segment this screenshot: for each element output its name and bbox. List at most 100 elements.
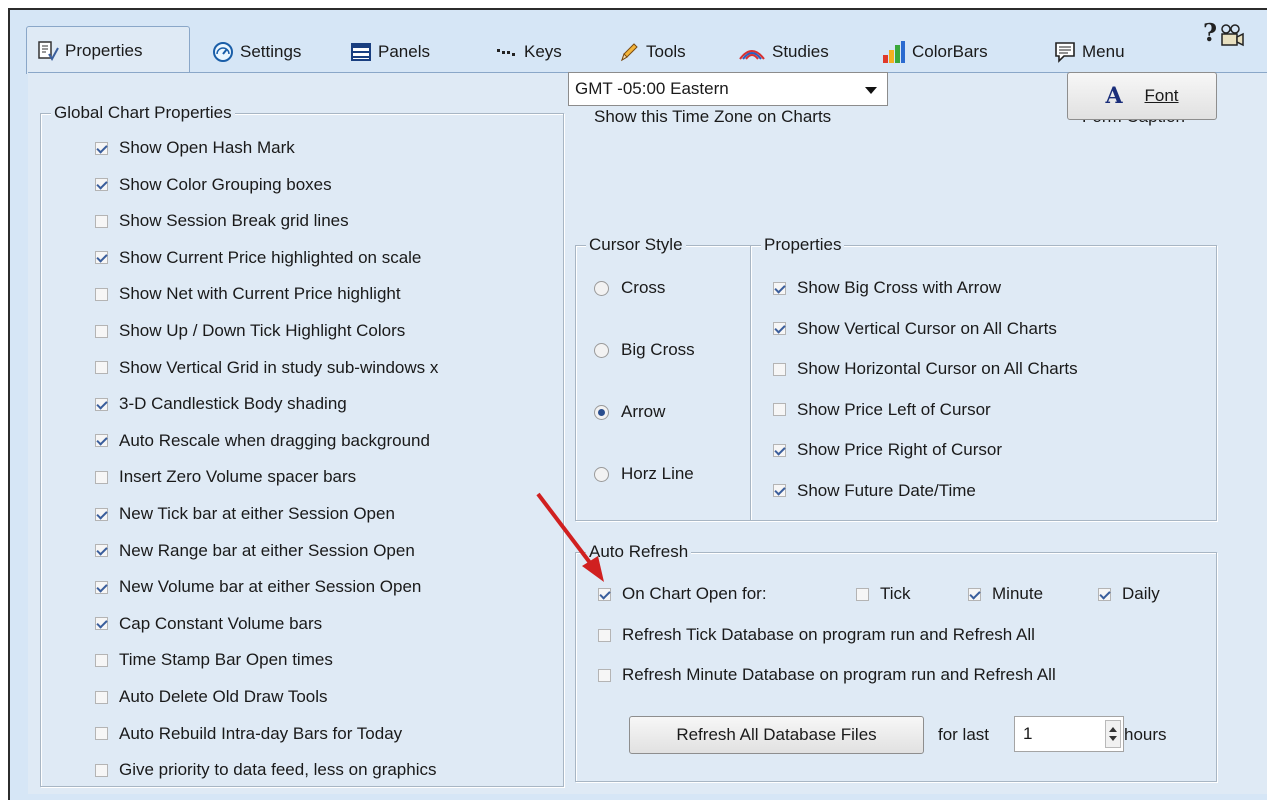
checkbox-row[interactable]: Show Net with Current Price highlight xyxy=(95,282,401,306)
checkbox[interactable] xyxy=(773,403,786,416)
checkbox-label: Auto Rebuild Intra-day Bars for Today xyxy=(119,723,403,743)
checkbox[interactable] xyxy=(773,362,786,376)
checkbox[interactable] xyxy=(1098,587,1111,601)
checkbox-row[interactable]: Auto Rescale when dragging background xyxy=(95,429,430,453)
cursor-properties-group: Properties Show Big Cross with Arrow Show… xyxy=(750,235,1217,521)
tab-settings[interactable]: Settings xyxy=(208,34,305,70)
checkbox-row[interactable]: Time Stamp Bar Open times xyxy=(95,648,333,672)
checkbox[interactable] xyxy=(968,587,981,601)
checkbox[interactable] xyxy=(95,361,108,375)
checkbox-row[interactable]: Show Current Price highlighted on scale xyxy=(95,246,421,270)
checkbox[interactable] xyxy=(856,587,869,601)
tab-panels[interactable]: Panels xyxy=(346,34,434,70)
checkbox-row[interactable]: Show Vertical Cursor on All Charts xyxy=(773,317,1057,341)
refresh-all-database-button[interactable]: Refresh All Database Files xyxy=(629,716,924,754)
checkbox-row[interactable]: New Tick bar at either Session Open xyxy=(95,502,395,526)
checkbox[interactable] xyxy=(95,580,108,594)
checkbox-row[interactable]: Auto Delete Old Draw Tools xyxy=(95,685,328,709)
tab-tools[interactable]: Tools xyxy=(614,34,690,70)
checkbox-row[interactable]: 3-D Candlestick Body shading xyxy=(95,392,347,416)
checkbox[interactable] xyxy=(95,178,108,192)
radio-row[interactable]: Arrow xyxy=(594,400,665,424)
radio-row[interactable]: Cross xyxy=(594,276,665,300)
on-chart-open-checkbox[interactable]: On Chart Open for: xyxy=(598,582,767,606)
tab-colorbars[interactable]: ColorBars xyxy=(878,34,992,70)
radio-button[interactable] xyxy=(594,404,609,420)
checkbox[interactable] xyxy=(598,628,611,642)
font-button-label: Font xyxy=(1144,86,1179,105)
checkbox-label: Show Big Cross with Arrow xyxy=(797,278,1002,297)
checkbox-row[interactable]: Show Price Left of Cursor xyxy=(773,398,991,422)
checkbox-row[interactable]: Show Open Hash Mark xyxy=(95,136,295,160)
checkbox-label: Insert Zero Volume spacer bars xyxy=(119,467,357,487)
checkbox-label: Show Session Break grid lines xyxy=(119,211,349,231)
refresh-minute-db-checkbox[interactable]: Refresh Minute Database on program run a… xyxy=(598,663,1056,687)
refresh-tick-db-checkbox[interactable]: Refresh Tick Database on program run and… xyxy=(598,623,1035,647)
checkbox[interactable] xyxy=(773,281,786,295)
timezone-select[interactable]: GMT -05:00 Eastern xyxy=(568,72,888,106)
checkbox-row[interactable]: Show Future Date/Time xyxy=(773,479,976,503)
checkbox-row[interactable]: Give priority to data feed, less on grap… xyxy=(95,758,437,782)
spin-down-icon[interactable] xyxy=(1109,736,1117,741)
checkbox-row[interactable]: Show Color Grouping boxes xyxy=(95,173,332,197)
checkbox[interactable] xyxy=(95,287,108,301)
checkbox-label: Tick xyxy=(880,584,911,603)
help-icon[interactable]: ? xyxy=(1203,18,1217,47)
tab-keys[interactable]: Keys xyxy=(492,34,566,70)
checkbox[interactable] xyxy=(95,690,108,704)
checkbox[interactable] xyxy=(95,470,108,484)
properties-icon xyxy=(38,40,59,61)
radio-row[interactable]: Big Cross xyxy=(594,338,695,362)
checkbox-row[interactable]: Cap Constant Volume bars xyxy=(95,612,322,636)
checkbox[interactable] xyxy=(598,668,611,682)
tab-menu[interactable]: Menu xyxy=(1050,34,1129,70)
checkbox-row[interactable]: Insert Zero Volume spacer bars xyxy=(95,465,356,489)
checkbox[interactable] xyxy=(773,322,786,335)
hours-spinner[interactable]: 1 xyxy=(1014,716,1124,752)
checkbox[interactable] xyxy=(95,507,108,521)
checkbox[interactable] xyxy=(95,397,108,411)
checkbox-label: Show Price Right of Cursor xyxy=(797,440,1003,459)
checkbox[interactable] xyxy=(95,544,108,558)
menu-icon xyxy=(1055,42,1075,63)
checkbox[interactable] xyxy=(598,587,611,601)
checkbox-label: Give priority to data feed, less on grap… xyxy=(119,760,437,780)
checkbox[interactable] xyxy=(95,727,108,741)
radio-row[interactable]: Horz Line xyxy=(594,462,694,486)
checkbox-label: Show Future Date/Time xyxy=(797,480,976,500)
font-button[interactable]: A Font xyxy=(1067,72,1217,120)
spin-up-icon[interactable] xyxy=(1109,727,1117,732)
checkbox[interactable] xyxy=(95,434,108,448)
radio-button[interactable] xyxy=(594,280,609,296)
tab-label: Menu xyxy=(1082,42,1125,61)
minute-checkbox[interactable]: Minute xyxy=(968,582,1043,606)
checkbox-row[interactable]: Show Horizontal Cursor on All Charts xyxy=(773,357,1078,381)
checkbox[interactable] xyxy=(773,484,786,497)
video-camera-icon[interactable] xyxy=(1219,24,1245,48)
checkbox-row[interactable]: Show Up / Down Tick Highlight Colors xyxy=(95,319,405,343)
checkbox-row[interactable]: Show Big Cross with Arrow xyxy=(773,276,1001,300)
tick-checkbox[interactable]: Tick xyxy=(856,582,911,606)
daily-checkbox[interactable]: Daily xyxy=(1098,582,1160,606)
checkbox-row[interactable]: Show Session Break grid lines xyxy=(95,209,349,233)
checkbox-row[interactable]: New Range bar at either Session Open xyxy=(95,539,415,563)
checkbox-row[interactable]: Show Vertical Grid in study sub-windows … xyxy=(95,356,438,380)
checkbox-label: Auto Delete Old Draw Tools xyxy=(119,687,328,706)
checkbox-row[interactable]: Auto Rebuild Intra-day Bars for Today xyxy=(95,722,402,746)
spinner-buttons[interactable] xyxy=(1105,720,1121,748)
checkbox[interactable] xyxy=(95,763,108,777)
tab-properties[interactable]: Properties xyxy=(26,26,190,74)
checkbox[interactable] xyxy=(95,141,108,155)
checkbox[interactable] xyxy=(95,324,108,338)
checkbox[interactable] xyxy=(95,617,108,631)
radio-button[interactable] xyxy=(594,466,609,482)
checkbox-row[interactable]: New Volume bar at either Session Open xyxy=(95,575,421,599)
checkbox[interactable] xyxy=(95,653,108,667)
checkbox[interactable] xyxy=(95,251,108,265)
checkbox-row[interactable]: Show Price Right of Cursor xyxy=(773,438,1002,462)
tab-studies[interactable]: Studies xyxy=(734,34,833,70)
checkbox-label: 3-D Candlestick Body shading xyxy=(119,394,347,414)
radio-button[interactable] xyxy=(594,342,609,358)
checkbox[interactable] xyxy=(95,214,108,228)
checkbox[interactable] xyxy=(773,443,786,457)
